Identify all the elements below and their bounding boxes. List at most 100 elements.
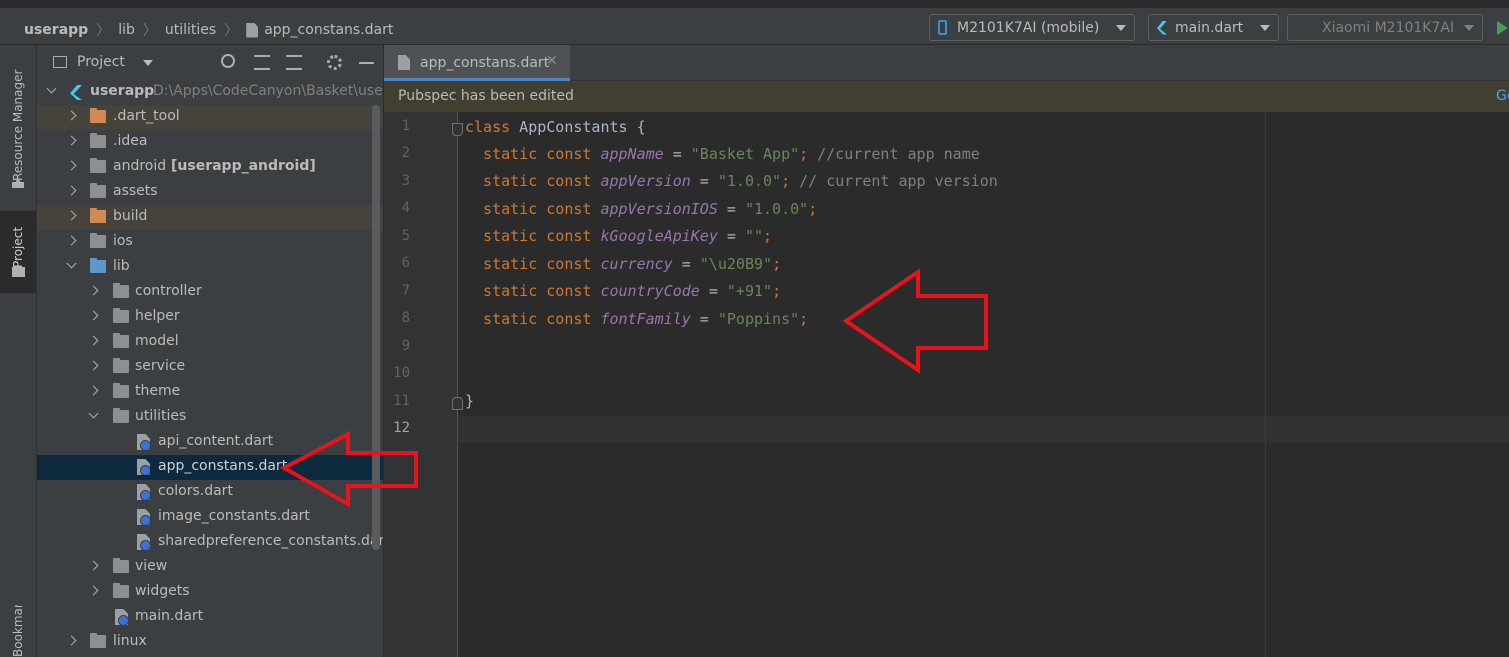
field-name: countryCode [600, 282, 700, 300]
tree-row-android[interactable]: android [userapp_android] [37, 155, 383, 180]
editor-tab-app-constans[interactable]: app_constans.dart ✕ [384, 45, 570, 81]
folder-icon [12, 267, 25, 277]
chevron-down-icon[interactable] [66, 258, 77, 269]
tree-row-controller[interactable]: controller [37, 280, 383, 305]
tree-item-label: linux [113, 633, 147, 649]
dart-file-icon [137, 534, 150, 550]
tree-item-label: model [135, 333, 179, 349]
breadcrumb-utilities[interactable]: utilities [165, 22, 216, 38]
tree-row-service[interactable]: service [37, 355, 383, 380]
code-line: } [465, 388, 474, 415]
chevron-right-icon[interactable] [88, 285, 99, 296]
chevron-right-icon[interactable] [88, 560, 99, 571]
tree-row-helper[interactable]: helper [37, 305, 383, 330]
breadcrumb-lib[interactable]: lib [118, 22, 135, 38]
folder-icon [113, 283, 129, 298]
tree-item-module-name: [userapp_android] [171, 158, 316, 174]
tree-row-theme[interactable]: theme [37, 380, 383, 405]
keyword: static const [465, 282, 601, 300]
code-area[interactable]: class AppConstants { static const appNam… [465, 112, 1509, 657]
chevron-down-icon[interactable] [143, 60, 153, 66]
module-folder-icon [90, 158, 106, 173]
operator: = [672, 255, 700, 273]
semicolon: ; [772, 255, 782, 273]
breadcrumb-file[interactable]: app_constans.dart [264, 22, 393, 38]
expand-all-icon[interactable] [254, 55, 270, 70]
tree-item-label: api_content.dart [158, 433, 274, 449]
chevron-right-icon[interactable] [88, 585, 99, 596]
folder-icon [113, 558, 129, 573]
dart-file-icon [137, 459, 150, 475]
tree-row-utilities[interactable]: utilities [37, 405, 383, 430]
field-name: appName [600, 145, 664, 163]
class-declaration: AppConstants { [510, 118, 646, 136]
dart-file-icon [137, 434, 150, 450]
tree-item-label: view [135, 558, 168, 574]
project-tab[interactable]: Project [11, 218, 25, 268]
tree-row-widgets[interactable]: widgets [37, 580, 383, 605]
gear-icon[interactable] [327, 55, 342, 70]
tree-row-main[interactable]: main.dart [37, 605, 383, 630]
chevron-right-icon[interactable] [88, 360, 99, 371]
field-name: appVersion [600, 172, 691, 190]
run-config-label: main.dart [1175, 19, 1244, 36]
string-literal: "1.0.0" [744, 200, 809, 218]
keyword: static const [465, 200, 601, 218]
flutter-icon [1157, 20, 1167, 35]
keyword: static const [465, 145, 601, 163]
breadcrumb-project[interactable]: userapp [24, 22, 88, 38]
collapse-all-icon[interactable] [286, 55, 302, 70]
dart-file-icon [115, 609, 128, 625]
tree-row-root[interactable]: userapp D:\Apps\CodeCanyon\Basket\usera [37, 80, 383, 105]
tree-row-dart-tool[interactable]: .dart_tool [37, 105, 383, 130]
tree-row-view[interactable]: view [37, 555, 383, 580]
tree-item-label: android [113, 158, 167, 174]
chevron-right-icon[interactable] [66, 635, 77, 646]
target-device-selector[interactable]: Xiaomi M2101K7AI [1287, 14, 1483, 41]
bookmarks-tab[interactable]: Bookmarks [11, 605, 25, 657]
tree-row-ios[interactable]: ios [37, 230, 383, 255]
tree-row-build[interactable]: build [37, 205, 383, 230]
chevron-down-icon[interactable] [46, 83, 57, 94]
run-config-selector[interactable]: main.dart [1148, 14, 1279, 41]
chevron-down-icon[interactable] [88, 408, 99, 419]
tree-item-label: image_constants.dart [158, 508, 310, 524]
chevron-right-icon[interactable] [66, 110, 77, 121]
banner-link[interactable]: Ge [1496, 88, 1509, 104]
chevron-right-icon[interactable] [66, 160, 77, 171]
chevron-right-icon[interactable] [88, 385, 99, 396]
run-icon[interactable] [1497, 21, 1508, 35]
string-literal: "Poppins" [717, 310, 800, 328]
hide-panel-icon[interactable] [359, 62, 374, 64]
tree-row-lib[interactable]: lib [37, 255, 383, 280]
chevron-right-icon[interactable] [88, 335, 99, 346]
chevron-right-icon[interactable] [66, 210, 77, 221]
fold-icon[interactable] [452, 397, 463, 410]
folder-icon [113, 383, 129, 398]
bookmarks-label: Bookmarks [11, 605, 25, 657]
device-selector[interactable]: M2101K7AI (mobile) [929, 14, 1135, 41]
locate-icon[interactable] [221, 54, 235, 68]
tree-row-linux[interactable]: linux [37, 630, 383, 655]
tree-row-assets[interactable]: assets [37, 180, 383, 205]
chevron-right-icon[interactable] [66, 185, 77, 196]
chevron-down-icon [1116, 24, 1126, 31]
chevron-right-icon[interactable] [66, 235, 77, 246]
code-line: static const appVersionIOS = "1.0.0"; [465, 196, 817, 223]
chevron-right-icon[interactable] [66, 135, 77, 146]
top-navigation-bar: userapp 〉 lib 〉 utilities 〉 app_constans… [0, 0, 1509, 45]
tree-row-idea[interactable]: .idea [37, 130, 383, 155]
phone-icon [938, 20, 947, 35]
folder-icon [113, 583, 129, 598]
tree-item-label: helper [135, 308, 180, 324]
tree-row-model[interactable]: model [37, 330, 383, 355]
close-icon[interactable]: ✕ [546, 53, 558, 69]
tree-row-sharedpreference[interactable]: sharedpreference_constants.dart [37, 530, 383, 555]
chevron-right-icon[interactable] [88, 310, 99, 321]
fold-icon[interactable] [452, 123, 463, 136]
chevron-right-icon: 〉 [142, 23, 157, 39]
source-folder-icon [90, 258, 106, 273]
folder-icon [90, 233, 106, 248]
line-number: 11 [393, 393, 410, 409]
resource-manager-tab[interactable]: Resource Manager [11, 61, 25, 181]
